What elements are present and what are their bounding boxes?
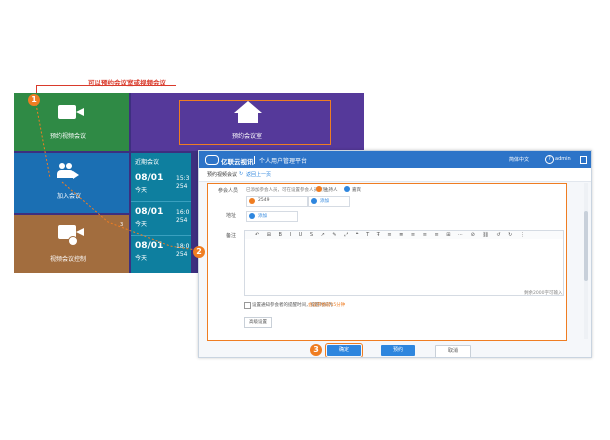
- host-role-icon: [316, 186, 322, 192]
- breadcrumb-back[interactable]: 返回上一页: [246, 171, 271, 178]
- cancel-button[interactable]: 取消: [435, 345, 471, 357]
- logout-icon[interactable]: [580, 156, 587, 164]
- add-participant-button[interactable]: 添加: [308, 196, 350, 207]
- annotation-path-number: 3: [120, 222, 124, 228]
- header-divider: [254, 156, 255, 164]
- participant-chip[interactable]: 2549: [246, 196, 308, 207]
- help-icon[interactable]: ?: [545, 155, 554, 164]
- device-add-text: 添加: [258, 214, 267, 219]
- char-count: 剩余2000字可输入: [524, 291, 563, 296]
- step-1-marker: 1: [28, 94, 40, 106]
- participants-label: 参会人员: [218, 188, 239, 194]
- more-settings-button[interactable]: 高级设置: [244, 317, 272, 328]
- guest-role-icon: [344, 186, 350, 192]
- user-name[interactable]: admin: [555, 156, 571, 162]
- confirm-button[interactable]: 确定: [325, 343, 363, 357]
- host-role-label: 主持人: [324, 188, 338, 193]
- add-participant-text: 添加: [320, 199, 329, 204]
- dialog-logo-text: 亿联云视讯: [221, 158, 254, 166]
- reminder-link[interactable]: 会议开始前15分钟: [308, 302, 345, 308]
- dialog-header: 亿联云视讯 个人用户管理平台 简体中文 ? admin: [199, 151, 591, 168]
- language-select[interactable]: 简体中文: [509, 156, 529, 163]
- device-add-button[interactable]: 添加: [246, 211, 298, 222]
- dialog-platform: 个人用户管理平台: [259, 158, 308, 165]
- step-3-marker: 3: [310, 344, 322, 356]
- scrollbar-thumb[interactable]: [584, 211, 588, 281]
- book-button[interactable]: 预约: [381, 345, 415, 356]
- device-plus-icon: [249, 213, 255, 219]
- participant-avatar-icon: [249, 198, 255, 204]
- booking-dialog: 亿联云视讯 个人用户管理平台 简体中文 ? admin 预约视频会议 ↻ 返回上…: [198, 150, 592, 358]
- guest-role-label: 嘉宾: [352, 188, 361, 193]
- remark-label: 备注: [226, 233, 237, 239]
- participant-chip-text: 2549: [258, 198, 270, 203]
- cloud-logo-icon: [205, 155, 219, 165]
- breadcrumb-current: 预约视频会议: [207, 172, 238, 178]
- breadcrumb: 预约视频会议 ↻ 返回上一页: [199, 168, 591, 182]
- reminder-checkbox[interactable]: [244, 302, 251, 309]
- back-arrow-icon: ↻: [239, 171, 244, 177]
- step-2-marker: 2: [193, 246, 205, 258]
- form-area: 参会人员 已添加参会人员，可在设置参会人员权限。 主持人 嘉宾 2549 添加 …: [207, 183, 567, 341]
- add-participant-plus-icon: [311, 198, 317, 204]
- device-label: 地址: [226, 213, 237, 219]
- editor-toolbar-icons[interactable]: ↶ ⊞ B I U S ↗ ✎ ⤢ ❝ T Ŧ ≡ ≣ ≡ ≡ ≡ ⊞ ⋯ ⊘ …: [255, 231, 528, 239]
- remark-textarea[interactable]: [244, 239, 564, 296]
